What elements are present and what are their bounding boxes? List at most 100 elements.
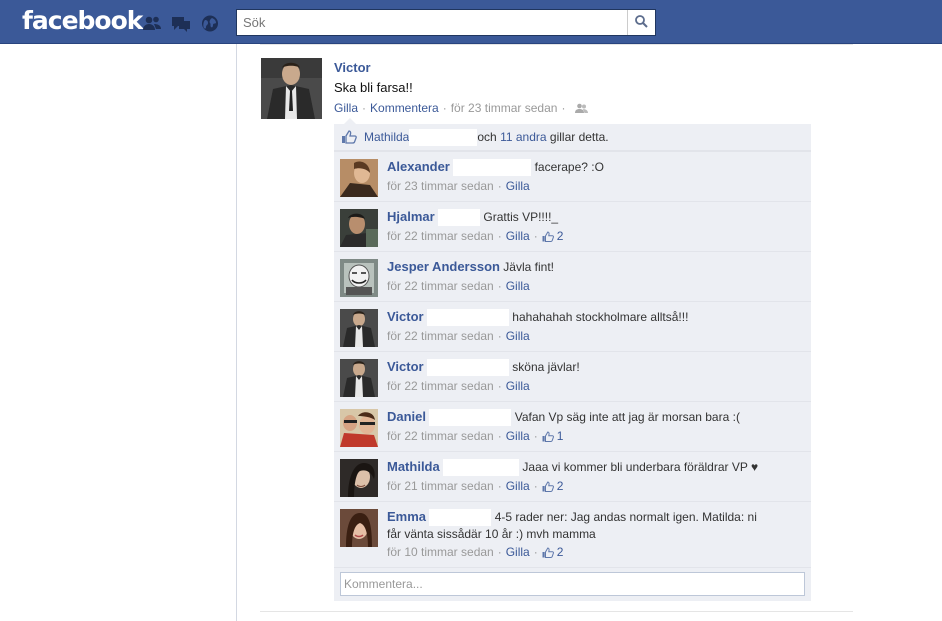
redacted-name <box>438 209 481 227</box>
like-link[interactable]: Gilla <box>506 329 530 343</box>
messages-icon[interactable] <box>171 15 191 32</box>
divider <box>260 44 853 45</box>
comment-like-count[interactable]: 2 <box>557 479 564 493</box>
comment-text: Vafan Vp säg inte att jag är morsan bara… <box>514 410 740 424</box>
comment-meta: för 21 timmar sedan · Gilla · 2 <box>387 479 564 493</box>
avatar[interactable] <box>340 509 378 547</box>
comment-timestamp[interactable]: för 22 timmar sedan <box>387 279 494 293</box>
comment-like-count[interactable]: 2 <box>557 545 564 559</box>
likes-sentence: Mathilda och 11 andra gillar detta. <box>334 124 811 151</box>
search-input[interactable] <box>237 10 627 35</box>
comment-meta: för 22 timmar sedan · Gilla <box>387 379 530 393</box>
avatar[interactable] <box>340 309 378 347</box>
left-column <box>0 44 237 621</box>
comment-item: Daniel Vafan Vp säg inte att jag är mors… <box>334 401 811 451</box>
like-link[interactable]: Gilla <box>506 229 530 243</box>
comment-text: Grattis VP!!!!_ <box>483 210 559 224</box>
like-link[interactable]: Gilla <box>334 101 358 115</box>
avatar[interactable] <box>340 359 378 397</box>
like-link[interactable]: Gilla <box>506 479 530 493</box>
like-link[interactable]: Gilla <box>506 279 530 293</box>
post-author[interactable]: Victor <box>334 60 371 75</box>
liker-name[interactable]: Mathilda <box>364 130 409 144</box>
comments-panel: Mathilda och 11 andra gillar detta. Alex… <box>334 124 811 601</box>
like-link[interactable]: Gilla <box>506 429 530 443</box>
search-box[interactable] <box>236 9 656 36</box>
post-text: Ska bli farsa!! <box>334 80 413 95</box>
comment-meta: för 22 timmar sedan · Gilla <box>387 329 530 343</box>
comment-text: Jävla fint! <box>503 260 554 274</box>
comment-timestamp[interactable]: för 22 timmar sedan <box>387 329 494 343</box>
comment-like-count[interactable]: 2 <box>557 229 564 243</box>
comment-meta: för 22 timmar sedan · Gilla <box>387 279 530 293</box>
divider <box>260 611 853 612</box>
redacted-name <box>453 159 532 177</box>
facebook-logo[interactable]: facebook <box>22 6 143 35</box>
comment-text-line1: 4-5 rader ner: Jag andas normalt igen. M… <box>494 510 757 524</box>
thumbs-up-icon <box>542 430 554 442</box>
comment-author[interactable]: Victor <box>387 359 424 374</box>
globe-icon[interactable] <box>200 15 220 32</box>
comment-timestamp[interactable]: för 21 timmar sedan <box>387 479 494 493</box>
comment-item: Victor sköna jävlar! för 22 timmar sedan… <box>334 351 811 401</box>
comment-like-count[interactable]: 1 <box>557 429 564 443</box>
redacted-name <box>426 309 509 327</box>
like-link[interactable]: Gilla <box>506 545 530 559</box>
comment-author[interactable]: Emma <box>387 509 426 524</box>
comment-text: hahahahah stockholmare alltså!!! <box>512 310 689 324</box>
comment-text-line2: får vänta sissådär 10 år :) mvh mamma <box>387 527 596 542</box>
comment-timestamp[interactable]: för 22 timmar sedan <box>387 429 494 443</box>
avatar[interactable] <box>261 58 322 119</box>
comment-author[interactable]: Jesper Andersson <box>387 259 500 274</box>
thumbs-up-icon <box>542 546 554 558</box>
comment-text: sköna jävlar! <box>512 360 580 374</box>
friends-audience-icon[interactable] <box>575 103 589 114</box>
comment-input[interactable] <box>341 573 804 595</box>
comment-item: Hjalmar Grattis VP!!!!_ för 22 timmar se… <box>334 201 811 251</box>
comment-timestamp[interactable]: för 22 timmar sedan <box>387 379 494 393</box>
comment-meta: för 22 timmar sedan · Gilla · 2 <box>387 229 564 243</box>
search-button[interactable] <box>627 10 655 35</box>
comment-item: Alexander facerape? :O för 23 timmar sed… <box>334 151 811 201</box>
redacted-name <box>443 459 520 477</box>
thumbs-up-icon <box>542 480 554 492</box>
comment-composer <box>334 567 811 601</box>
comment-timestamp[interactable]: för 10 timmar sedan <box>387 545 494 559</box>
post-timestamp[interactable]: för 23 timmar sedan <box>451 101 558 115</box>
comment-author[interactable]: Hjalmar <box>387 209 435 224</box>
post-meta: Gilla · Kommentera · för 23 timmar sedan… <box>334 101 589 115</box>
comment-author[interactable]: Mathilda <box>387 459 440 474</box>
avatar[interactable] <box>340 259 378 297</box>
avatar[interactable] <box>340 159 378 197</box>
redacted-name <box>429 409 512 427</box>
comment-meta: för 22 timmar sedan · Gilla · 1 <box>387 429 564 443</box>
comment-meta: för 23 timmar sedan · Gilla <box>387 179 530 193</box>
thumbs-up-icon <box>542 230 554 242</box>
friends-icon[interactable] <box>142 15 162 32</box>
comment-author[interactable]: Daniel <box>387 409 426 424</box>
comment-timestamp[interactable]: för 22 timmar sedan <box>387 229 494 243</box>
thumbs-up-icon <box>341 130 357 144</box>
comment-text: Jaaa vi kommer bli underbara föräldrar V… <box>522 460 759 474</box>
like-link[interactable]: Gilla <box>506 179 530 193</box>
avatar[interactable] <box>340 409 378 447</box>
redacted-name <box>429 509 492 527</box>
comment-text: facerape? :O <box>534 160 604 174</box>
search-icon <box>635 14 648 31</box>
comment-author[interactable]: Alexander <box>387 159 450 174</box>
comment-item: Mathilda Jaaa vi kommer bli underbara fö… <box>334 451 811 501</box>
like-link[interactable]: Gilla <box>506 379 530 393</box>
comment-timestamp[interactable]: för 23 timmar sedan <box>387 179 494 193</box>
top-bar: facebook <box>0 0 942 44</box>
others-link[interactable]: 11 andra <box>500 130 546 144</box>
comment-link[interactable]: Kommentera <box>370 101 439 115</box>
comment-author[interactable]: Victor <box>387 309 424 324</box>
comment-item: Jesper Andersson Jävla fint! för 22 timm… <box>334 251 811 301</box>
avatar[interactable] <box>340 459 378 497</box>
comment-box[interactable] <box>340 572 805 596</box>
avatar[interactable] <box>340 209 378 247</box>
comment-item: Emma 4-5 rader ner: Jag andas normalt ig… <box>334 501 811 567</box>
redacted-name <box>426 359 509 377</box>
comment-item: Victor hahahahah stockholmare alltså!!! … <box>334 301 811 351</box>
redacted-name <box>409 128 478 146</box>
